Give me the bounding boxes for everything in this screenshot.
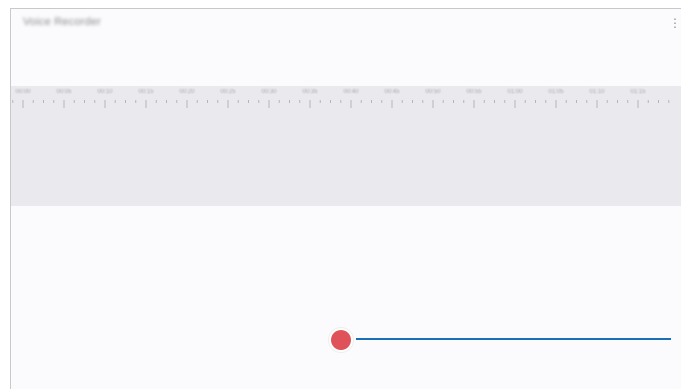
ruler-tick-label: 01:10 [589,89,605,95]
ruler-tick-label: 01:00 [507,89,523,95]
time-ruler[interactable]: 00:00 00:05 00:10 00:15 00:20 00:25 00:30 00:35… [11,84,681,112]
ruler-tick-label: 00:25 [220,89,236,95]
record-icon [331,330,351,350]
ruler-tick-label: 00:35 [302,89,318,95]
playhead-line[interactable] [356,338,671,340]
ruler-tick-label: 01:15 [630,89,646,95]
ruler-tick-label: 00:45 [384,89,400,95]
more-vertical-icon: ⋮ [669,16,681,30]
record-button[interactable] [329,328,353,352]
time-ruler-svg: 00:00 00:05 00:10 00:15 00:20 00:25 00:30 00:35… [12,89,670,108]
ruler-tick-label: 00:20 [179,89,195,95]
waveform-area [11,206,681,389]
ruler-tick-label: 00:30 [261,89,277,95]
ruler-tick-label: 01:05 [548,89,564,95]
ruler-tick-label: 00:55 [466,89,482,95]
ruler-tick-label: 00:50 [425,89,441,95]
ruler-tick-label: 00:00 [15,89,31,95]
ruler-tick-label: 00:05 [56,89,72,95]
ruler-tick-label: 00:10 [97,89,113,95]
app-title: Voice Recorder [23,16,102,28]
ruler-tick-label: 00:40 [343,89,359,95]
ruler-tick-label: 00:15 [138,89,154,95]
more-options-button[interactable]: ⋮ [669,14,681,32]
